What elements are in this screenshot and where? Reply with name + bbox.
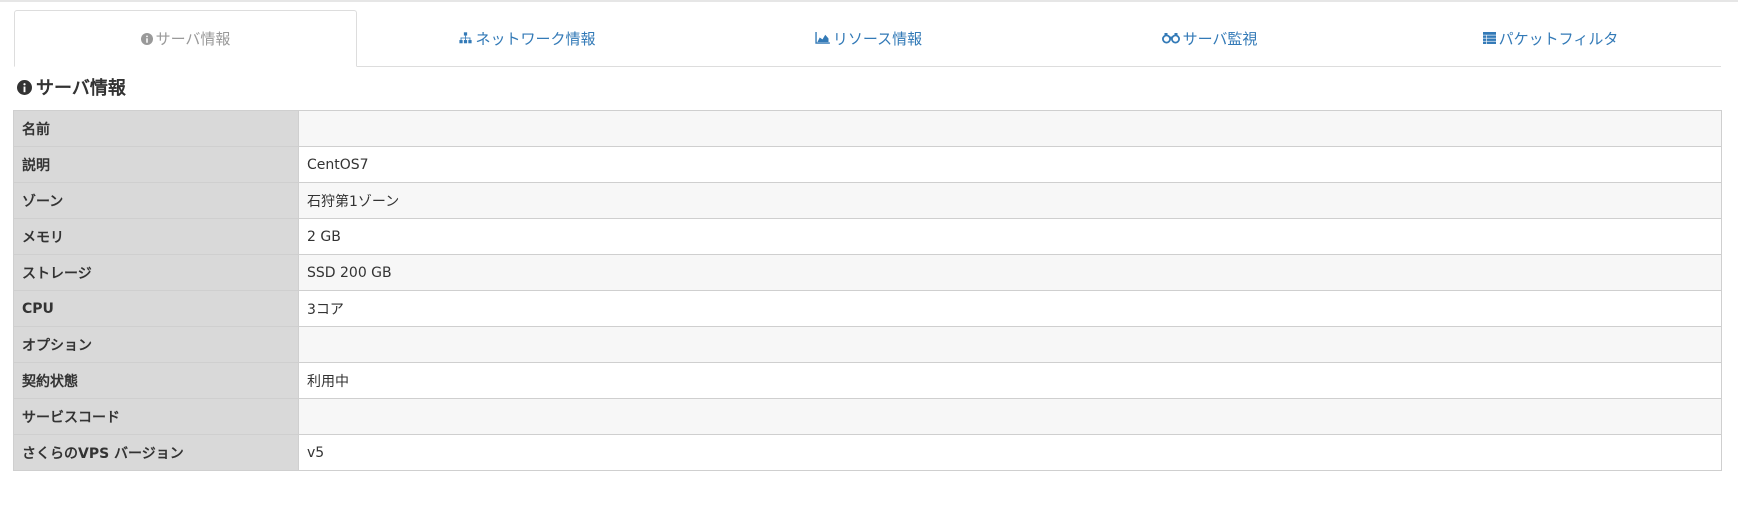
tab-label: サーバ監視 (1182, 29, 1258, 48)
tab-server-info[interactable]: サーバ情報 (14, 10, 357, 67)
row-value: SSD 200 GB (298, 254, 1722, 291)
row-value: 石狩第1ゾーン (298, 182, 1722, 219)
tab-network-info[interactable]: ネットワーク情報 (357, 10, 698, 66)
row-label: メモリ (13, 218, 299, 255)
row-label: ストレージ (13, 254, 299, 291)
tab-label: リソース情報 (832, 29, 923, 48)
table-row: ゾーン 石狩第1ゾーン (13, 182, 1722, 219)
tab-bar: サーバ情報 ネットワーク情報 リソース情報 サーバ監視 パケットフィルタ (14, 10, 1721, 67)
row-value: v5 (298, 434, 1722, 471)
row-label: 名前 (13, 110, 299, 147)
info-circle-icon (140, 32, 153, 45)
section-title: サーバ情報 (17, 74, 126, 100)
info-circle-icon (17, 79, 32, 95)
table-row: メモリ 2 GB (13, 218, 1722, 255)
tab-label: ネットワーク情報 (475, 29, 596, 48)
tab-label: パケットフィルタ (1498, 29, 1619, 48)
tab-resource-info[interactable]: リソース情報 (698, 10, 1039, 66)
row-label: サービスコード (13, 398, 299, 435)
table-row: さくらのVPS バージョン v5 (13, 434, 1722, 471)
tab-server-monitoring[interactable]: サーバ監視 (1039, 10, 1380, 66)
sitemap-icon (459, 32, 473, 44)
row-label: CPU (13, 290, 299, 327)
tab-label: サーバ情報 (155, 30, 231, 48)
server-info-table: 名前 説明 CentOS7 ゾーン 石狩第1ゾーン メモリ 2 GB ストレージ… (13, 110, 1722, 471)
binoculars-icon (1161, 32, 1180, 44)
table-list-icon (1482, 31, 1496, 45)
row-label: 契約状態 (13, 362, 299, 399)
row-label: オプション (13, 326, 299, 363)
row-label: ゾーン (13, 182, 299, 219)
table-row: 説明 CentOS7 (13, 146, 1722, 183)
row-value (298, 326, 1722, 363)
row-value: CentOS7 (298, 146, 1722, 183)
row-value: 3コア (298, 290, 1722, 327)
table-row: オプション (13, 326, 1722, 363)
window-top-edge (0, 0, 1738, 2)
table-row: CPU 3コア (13, 290, 1722, 327)
row-value: 利用中 (298, 362, 1722, 399)
row-label: さくらのVPS バージョン (13, 434, 299, 471)
table-row: ストレージ SSD 200 GB (13, 254, 1722, 291)
table-row: 契約状態 利用中 (13, 362, 1722, 399)
row-label: 説明 (13, 146, 299, 183)
table-row: 名前 (13, 110, 1722, 147)
tab-packet-filter[interactable]: パケットフィルタ (1380, 10, 1721, 66)
section-title-text: サーバ情報 (36, 78, 126, 99)
row-value (298, 110, 1722, 147)
area-chart-icon (815, 32, 830, 44)
row-value (298, 398, 1722, 435)
row-value: 2 GB (298, 218, 1722, 255)
table-row: サービスコード (13, 398, 1722, 435)
